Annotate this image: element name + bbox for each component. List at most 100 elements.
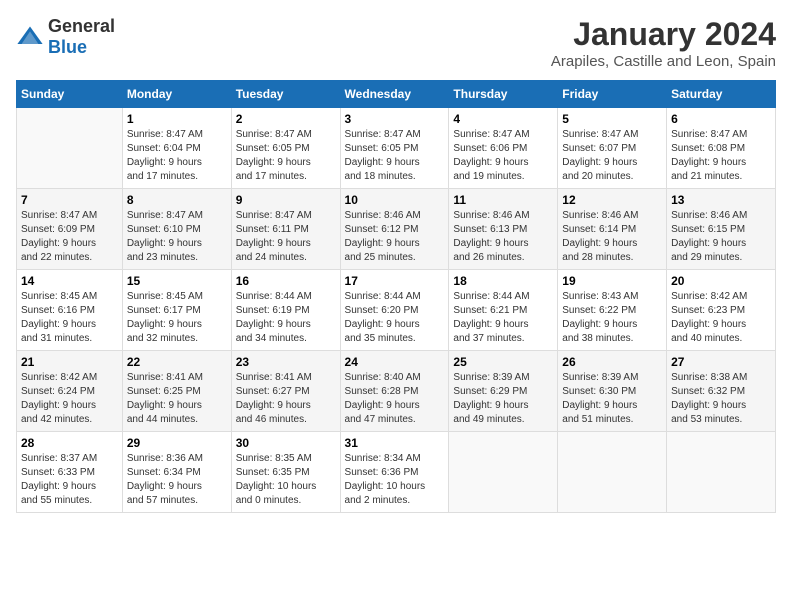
- day-number: 3: [345, 112, 445, 126]
- calendar-cell: [558, 432, 667, 513]
- calendar-cell: 31Sunrise: 8:34 AMSunset: 6:36 PMDayligh…: [340, 432, 449, 513]
- day-number: 25: [453, 355, 553, 369]
- day-number: 23: [236, 355, 336, 369]
- calendar-cell: 13 Sunrise: 8:46 AMSunset: 6:15 PMDayligh…: [667, 189, 776, 270]
- calendar-week-row: 28 Sunrise: 8:37 AMSunset: 6:33 PMDayligh…: [17, 432, 776, 513]
- calendar-cell: 23 Sunrise: 8:41 AMSunset: 6:27 PMDayligh…: [231, 351, 340, 432]
- day-number: 2: [236, 112, 336, 126]
- day-number: 16: [236, 274, 336, 288]
- day-info: Sunrise: 8:44 AMSunset: 6:20 PMDaylight:…: [345, 290, 445, 346]
- calendar-cell: 22 Sunrise: 8:41 AMSunset: 6:25 PMDayligh…: [122, 351, 231, 432]
- calendar-cell: 27 Sunrise: 8:38 AMSunset: 6:32 PMDayligh…: [667, 351, 776, 432]
- calendar-cell: 6 Sunrise: 8:47 AMSunset: 6:08 PMDaylight…: [667, 108, 776, 189]
- calendar-cell: 12Sunrise: 8:46 AMSunset: 6:14 PMDayligh…: [558, 189, 667, 270]
- calendar-cell: 15Sunrise: 8:45 AMSunset: 6:17 PMDayligh…: [122, 270, 231, 351]
- day-number: 5: [562, 112, 662, 126]
- calendar-cell: 11 Sunrise: 8:46 AMSunset: 6:13 PMDayligh…: [449, 189, 558, 270]
- header-day-friday: Friday: [558, 81, 667, 108]
- calendar-cell: [667, 432, 776, 513]
- calendar-cell: 21Sunrise: 8:42 AMSunset: 6:24 PMDayligh…: [17, 351, 123, 432]
- calendar-cell: [449, 432, 558, 513]
- calendar-cell: 29 Sunrise: 8:36 AMSunset: 6:34 PMDayligh…: [122, 432, 231, 513]
- day-info: Sunrise: 8:43 AMSunset: 6:22 PMDaylight:…: [562, 290, 662, 346]
- header-day-monday: Monday: [122, 81, 231, 108]
- day-info: Sunrise: 8:46 AMSunset: 6:12 PMDaylight:…: [345, 209, 445, 265]
- subtitle: Arapiles, Castille and Leon, Spain: [551, 53, 776, 70]
- day-number: 27: [671, 355, 771, 369]
- day-info: Sunrise: 8:47 AMSunset: 6:11 PMDaylight:…: [236, 209, 336, 265]
- day-number: 17: [345, 274, 445, 288]
- calendar-cell: 1 Sunrise: 8:47 AMSunset: 6:04 PMDaylight…: [122, 108, 231, 189]
- day-number: 6: [671, 112, 771, 126]
- day-info: Sunrise: 8:41 AMSunset: 6:25 PMDaylight:…: [127, 371, 227, 427]
- day-number: 8: [127, 193, 227, 207]
- day-number: 13: [671, 193, 771, 207]
- day-info: Sunrise: 8:41 AMSunset: 6:27 PMDaylight:…: [236, 371, 336, 427]
- day-number: 4: [453, 112, 553, 126]
- day-info: Sunrise: 8:47 AMSunset: 6:05 PMDaylight:…: [236, 128, 336, 184]
- day-number: 22: [127, 355, 227, 369]
- day-info: Sunrise: 8:47 AMSunset: 6:09 PMDaylight:…: [21, 209, 118, 265]
- day-info: Sunrise: 8:47 AMSunset: 6:10 PMDaylight:…: [127, 209, 227, 265]
- day-info: Sunrise: 8:44 AMSunset: 6:19 PMDaylight:…: [236, 290, 336, 346]
- day-info: Sunrise: 8:47 AMSunset: 6:05 PMDaylight:…: [345, 128, 445, 184]
- header-day-thursday: Thursday: [449, 81, 558, 108]
- day-info: Sunrise: 8:38 AMSunset: 6:32 PMDaylight:…: [671, 371, 771, 427]
- day-number: 19: [562, 274, 662, 288]
- day-info: Sunrise: 8:39 AMSunset: 6:29 PMDaylight:…: [453, 371, 553, 427]
- day-info: Sunrise: 8:46 AMSunset: 6:15 PMDaylight:…: [671, 209, 771, 265]
- header-day-saturday: Saturday: [667, 81, 776, 108]
- calendar-cell: 2 Sunrise: 8:47 AMSunset: 6:05 PMDaylight…: [231, 108, 340, 189]
- day-number: 12: [562, 193, 662, 207]
- day-number: 10: [345, 193, 445, 207]
- day-info: Sunrise: 8:42 AMSunset: 6:24 PMDaylight:…: [21, 371, 118, 427]
- calendar-cell: 28 Sunrise: 8:37 AMSunset: 6:33 PMDayligh…: [17, 432, 123, 513]
- day-info: Sunrise: 8:46 AMSunset: 6:13 PMDaylight:…: [453, 209, 553, 265]
- main-title: January 2024: [551, 16, 776, 53]
- calendar-cell: 19 Sunrise: 8:43 AMSunset: 6:22 PMDayligh…: [558, 270, 667, 351]
- calendar-week-row: 1 Sunrise: 8:47 AMSunset: 6:04 PMDaylight…: [17, 108, 776, 189]
- day-info: Sunrise: 8:47 AMSunset: 6:04 PMDaylight:…: [127, 128, 227, 184]
- calendar-cell: 10 Sunrise: 8:46 AMSunset: 6:12 PMDayligh…: [340, 189, 449, 270]
- header-day-sunday: Sunday: [17, 81, 123, 108]
- calendar-cell: 26Sunrise: 8:39 AMSunset: 6:30 PMDayligh…: [558, 351, 667, 432]
- day-info: Sunrise: 8:45 AMSunset: 6:16 PMDaylight:…: [21, 290, 118, 346]
- day-info: Sunrise: 8:47 AMSunset: 6:08 PMDaylight:…: [671, 128, 771, 184]
- logo: General Blue: [16, 16, 115, 58]
- day-number: 28: [21, 436, 118, 450]
- day-info: Sunrise: 8:47 AMSunset: 6:07 PMDaylight:…: [562, 128, 662, 184]
- day-number: 20: [671, 274, 771, 288]
- day-info: Sunrise: 8:37 AMSunset: 6:33 PMDaylight:…: [21, 452, 118, 508]
- calendar-cell: 20 Sunrise: 8:42 AMSunset: 6:23 PMDayligh…: [667, 270, 776, 351]
- header-day-tuesday: Tuesday: [231, 81, 340, 108]
- day-number: 29: [127, 436, 227, 450]
- calendar-cell: 24 Sunrise: 8:40 AMSunset: 6:28 PMDayligh…: [340, 351, 449, 432]
- calendar-cell: 25 Sunrise: 8:39 AMSunset: 6:29 PMDayligh…: [449, 351, 558, 432]
- calendar-table: SundayMondayTuesdayWednesdayThursdayFrid…: [16, 80, 776, 513]
- day-number: 14: [21, 274, 118, 288]
- day-number: 9: [236, 193, 336, 207]
- day-info: Sunrise: 8:35 AMSunset: 6:35 PMDaylight:…: [236, 452, 336, 508]
- day-number: 18: [453, 274, 553, 288]
- day-number: 26: [562, 355, 662, 369]
- day-info: Sunrise: 8:40 AMSunset: 6:28 PMDaylight:…: [345, 371, 445, 427]
- day-number: 11: [453, 193, 553, 207]
- day-info: Sunrise: 8:36 AMSunset: 6:34 PMDaylight:…: [127, 452, 227, 508]
- calendar-cell: 16 Sunrise: 8:44 AMSunset: 6:19 PMDayligh…: [231, 270, 340, 351]
- calendar-cell: 14 Sunrise: 8:45 AMSunset: 6:16 PMDayligh…: [17, 270, 123, 351]
- logo-text-general: General: [48, 16, 115, 36]
- logo-text-blue: Blue: [48, 37, 87, 57]
- day-number: 7: [21, 193, 118, 207]
- logo-icon: [16, 23, 44, 51]
- day-info: Sunrise: 8:47 AMSunset: 6:06 PMDaylight:…: [453, 128, 553, 184]
- day-number: 24: [345, 355, 445, 369]
- page-header: General Blue January 2024 Arapiles, Cast…: [16, 16, 776, 70]
- day-info: Sunrise: 8:42 AMSunset: 6:23 PMDaylight:…: [671, 290, 771, 346]
- day-number: 31: [345, 436, 445, 450]
- calendar-cell: 9 Sunrise: 8:47 AMSunset: 6:11 PMDaylight…: [231, 189, 340, 270]
- calendar-cell: 8 Sunrise: 8:47 AMSunset: 6:10 PMDaylight…: [122, 189, 231, 270]
- day-number: 1: [127, 112, 227, 126]
- title-area: January 2024 Arapiles, Castille and Leon…: [551, 16, 776, 70]
- day-number: 15: [127, 274, 227, 288]
- calendar-cell: 17 Sunrise: 8:44 AMSunset: 6:20 PMDayligh…: [340, 270, 449, 351]
